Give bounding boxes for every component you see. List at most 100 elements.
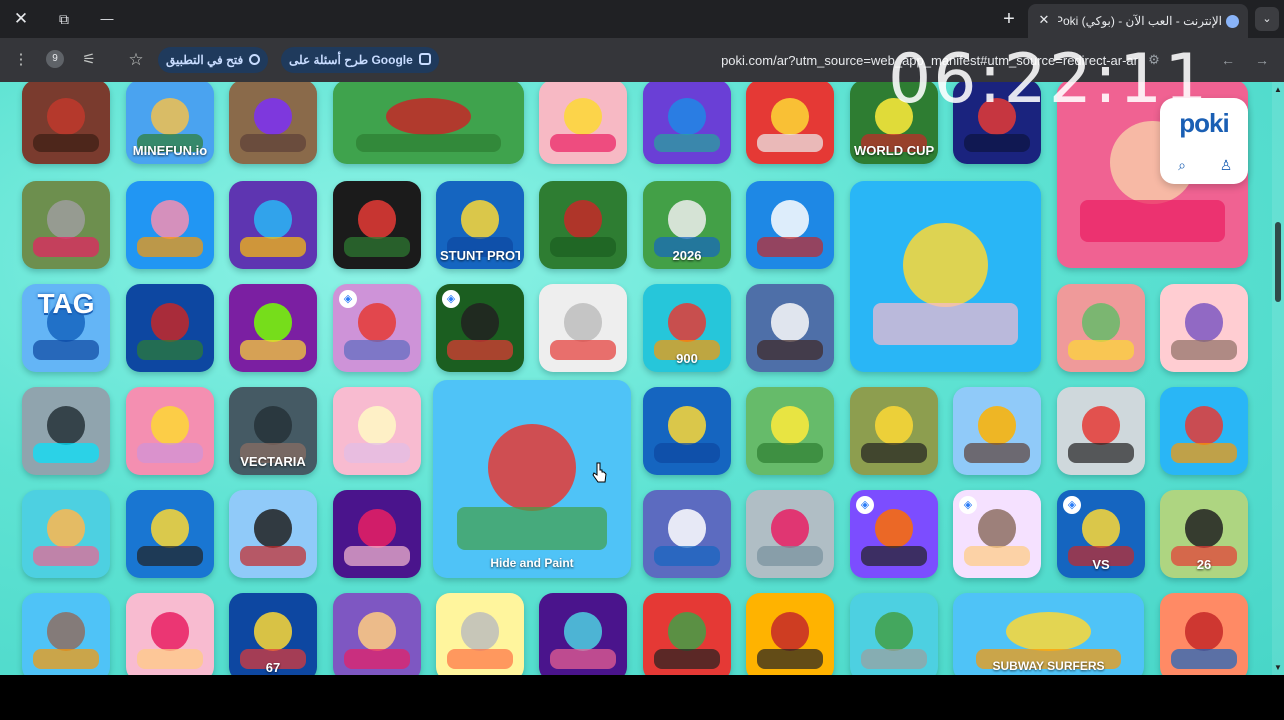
game-tile[interactable]	[643, 490, 731, 578]
game-tile[interactable]: STUNT PROTOCOL 2P	[436, 181, 524, 269]
thumbnail-shape	[1184, 612, 1224, 652]
site-info-icon[interactable]: ⚙	[1144, 50, 1164, 70]
game-tile[interactable]	[22, 387, 110, 475]
game-tile[interactable]	[539, 593, 627, 675]
back-arrow-icon[interactable]: ←	[1218, 50, 1238, 70]
page-scrollbar[interactable]	[1272, 82, 1284, 675]
thumbnail-shape	[756, 133, 824, 153]
game-tile[interactable]	[746, 181, 834, 269]
open-in-app-button[interactable]: فتح في التطبيق	[158, 47, 269, 73]
bookmark-star-icon[interactable]: ☆	[125, 49, 147, 71]
game-tile[interactable]: VECTARIA	[229, 387, 317, 475]
game-tile[interactable]: ◈	[333, 284, 421, 372]
game-tile[interactable]: ◈	[850, 490, 938, 578]
game-tile[interactable]	[126, 284, 214, 372]
game-tile[interactable]: SUBWAY SURFERS	[953, 593, 1144, 675]
game-tile[interactable]	[436, 593, 524, 675]
game-tile[interactable]	[333, 387, 421, 475]
game-tile[interactable]: VS ◈	[1057, 490, 1145, 578]
game-tile[interactable]	[643, 593, 731, 675]
game-tile[interactable]	[1160, 284, 1248, 372]
scroll-down-icon[interactable]: ▼	[1274, 664, 1282, 672]
game-tile[interactable]	[333, 490, 421, 578]
game-tile[interactable]: ◈	[436, 284, 524, 372]
game-tile[interactable]	[126, 181, 214, 269]
scroll-up-icon[interactable]: ▲	[1274, 86, 1282, 94]
game-tile[interactable]	[850, 387, 938, 475]
game-tile[interactable]: 900	[643, 284, 731, 372]
game-tile[interactable]: MINEFUN.io	[126, 82, 214, 164]
tab-search-button[interactable]: ⌄	[1255, 7, 1279, 31]
game-tile[interactable]	[746, 284, 834, 372]
search-icon[interactable]: ⌕	[1170, 154, 1194, 176]
game-tile[interactable]	[229, 181, 317, 269]
game-tile[interactable]	[746, 82, 834, 164]
game-tile[interactable]	[333, 181, 421, 269]
game-tile[interactable]	[643, 82, 731, 164]
window-close-button[interactable]: ✕	[6, 4, 36, 34]
game-thumbnail	[229, 284, 317, 372]
game-tile[interactable]	[746, 387, 834, 475]
poki-logo-widget[interactable]: poki ⌕ ♙	[1160, 98, 1248, 184]
game-tile[interactable]	[539, 284, 627, 372]
game-tile[interactable]	[643, 387, 731, 475]
new-tab-button[interactable]: +	[994, 4, 1024, 34]
game-tile[interactable]	[22, 82, 110, 164]
game-tile[interactable]	[1160, 387, 1248, 475]
game-tile[interactable]: 2026	[643, 181, 731, 269]
game-tile[interactable]: WORLD CUP	[850, 82, 938, 164]
game-tile[interactable]	[229, 284, 317, 372]
url-field[interactable]: poki.com/ar?utm_source=web_app_manifest#…	[650, 51, 1138, 71]
menu-icon[interactable]: ⋮	[10, 49, 32, 71]
thumbnail-shape	[563, 200, 603, 240]
game-tile[interactable]: TAG	[22, 284, 110, 372]
bottom-letterbox	[0, 675, 1284, 720]
thumbnail-shape	[357, 612, 397, 652]
game-thumbnail	[539, 82, 627, 164]
game-tile[interactable]	[1160, 593, 1248, 675]
scrollbar-thumb[interactable]	[1275, 222, 1281, 302]
poki-logo[interactable]: poki	[1160, 108, 1248, 139]
game-title: 2026	[672, 248, 702, 263]
game-tile[interactable]	[333, 82, 524, 164]
new-badge-icon: ◈	[1063, 496, 1081, 514]
game-tile[interactable]: 26	[1160, 490, 1248, 578]
game-tile[interactable]	[229, 82, 317, 164]
user-icon[interactable]: ♙	[1214, 154, 1238, 176]
game-tile[interactable]	[229, 490, 317, 578]
game-tile[interactable]	[22, 593, 110, 675]
game-tile[interactable]	[126, 593, 214, 675]
thumbnail-shape	[386, 98, 471, 136]
game-tile[interactable]	[539, 181, 627, 269]
tune-icon[interactable]: ⚟	[78, 49, 100, 71]
game-tile[interactable]	[126, 490, 214, 578]
game-tile[interactable]	[22, 490, 110, 578]
thumbnail-shape	[874, 509, 914, 549]
game-tile[interactable]: ◈	[953, 490, 1041, 578]
thumbnail-shape	[253, 612, 293, 652]
ask-google-button[interactable]: طرح أسئلة على Google	[281, 47, 439, 73]
game-tile[interactable]	[539, 82, 627, 164]
game-grid: MINEFUN.io WORLD CUP STUNT PROTOCOL 2P 2026…	[0, 82, 1284, 675]
game-tile[interactable]	[126, 387, 214, 475]
window-minimize-button[interactable]: —	[92, 4, 122, 34]
game-tile[interactable]	[1057, 284, 1145, 372]
new-badge-icon: ◈	[442, 290, 460, 308]
tab-close-icon[interactable]: ✕	[1036, 12, 1052, 28]
game-tile[interactable]	[22, 181, 110, 269]
game-tile[interactable]: 67	[229, 593, 317, 675]
game-tile[interactable]	[746, 593, 834, 675]
game-tile[interactable]	[333, 593, 421, 675]
window-restore-button[interactable]: ⧉	[49, 4, 79, 34]
active-tab[interactable]: ✕ الإنترنت - العب الآن - (بوكي) Poki	[1028, 4, 1248, 38]
profile-avatar[interactable]: 9	[46, 50, 64, 68]
game-tile[interactable]	[850, 181, 1041, 372]
game-tile[interactable]	[953, 82, 1041, 164]
game-tile[interactable]	[850, 593, 938, 675]
game-tile[interactable]	[746, 490, 834, 578]
forward-arrow-icon[interactable]: →	[1252, 50, 1272, 70]
game-tile[interactable]	[1057, 387, 1145, 475]
game-thumbnail	[126, 387, 214, 475]
thumbnail-shape	[874, 406, 914, 446]
game-tile[interactable]	[953, 387, 1041, 475]
